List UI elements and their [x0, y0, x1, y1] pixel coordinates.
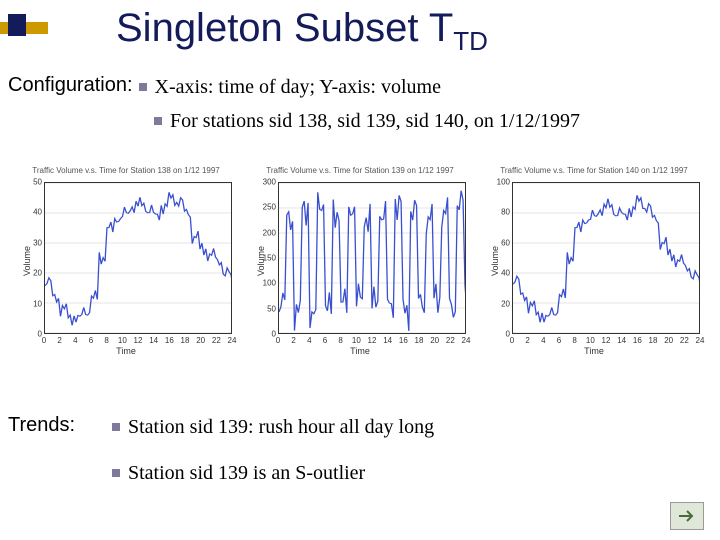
title-subscript: TD [453, 26, 488, 56]
slide-title: Singleton Subset TTD [116, 6, 488, 57]
trend-bullet-2-text: Station sid 139 is an S-outlier [128, 462, 365, 484]
x-ticks: 024681012141618202224 [44, 336, 232, 346]
y-ticks: 01020304050 [28, 182, 42, 334]
x-axis-label: Time [584, 346, 604, 356]
y-ticks: 050100150200250300 [262, 182, 276, 334]
configuration-label: Configuration: [8, 74, 133, 97]
chart-station-138: Traffic Volume v.s. Time for Station 138… [14, 166, 238, 356]
bullet-square-icon [112, 423, 120, 431]
x-axis-label: Time [116, 346, 136, 356]
trends-label: Trends: [8, 414, 75, 437]
title-main: Singleton Subset T [116, 6, 453, 50]
plot-area [512, 182, 700, 334]
plot-area [278, 182, 466, 334]
configuration-row: Configuration: X-axis: time of day; Y-ax… [8, 74, 441, 101]
chart-title: Traffic Volume v.s. Time for Station 139… [248, 166, 472, 175]
chart-station-139: Traffic Volume v.s. Time for Station 139… [248, 166, 472, 356]
x-axis-label: Time [350, 346, 370, 356]
y-ticks: 020406080100 [496, 182, 510, 334]
deco-square [8, 14, 26, 36]
bullet-square-icon [139, 83, 147, 91]
chart-station-140: Traffic Volume v.s. Time for Station 140… [482, 166, 706, 356]
next-slide-icon[interactable] [670, 502, 704, 530]
slide-corner-decoration [0, 14, 48, 50]
config-bullet-2-text: For stations sid 138, sid 139, sid 140, … [170, 110, 580, 132]
bullet-square-icon [112, 469, 120, 477]
config-bullet-1-text: X-axis: time of day; Y-axis: volume [155, 76, 441, 98]
chart-title: Traffic Volume v.s. Time for Station 138… [14, 166, 238, 175]
charts-row: Traffic Volume v.s. Time for Station 138… [14, 166, 706, 356]
config-bullet-1: X-axis: time of day; Y-axis: volume [139, 74, 441, 101]
chart-title: Traffic Volume v.s. Time for Station 140… [482, 166, 706, 175]
x-ticks: 024681012141618202224 [278, 336, 466, 346]
trend-bullet-1-text: Station sid 139: rush hour all day long [128, 416, 434, 438]
bullet-square-icon [154, 117, 162, 125]
config-bullet-2: For stations sid 138, sid 139, sid 140, … [154, 108, 580, 135]
trend-bullet-2: Station sid 139 is an S-outlier [112, 460, 365, 487]
plot-area [44, 182, 232, 334]
trend-bullet-1: Station sid 139: rush hour all day long [112, 414, 434, 441]
x-ticks: 024681012141618202224 [512, 336, 700, 346]
